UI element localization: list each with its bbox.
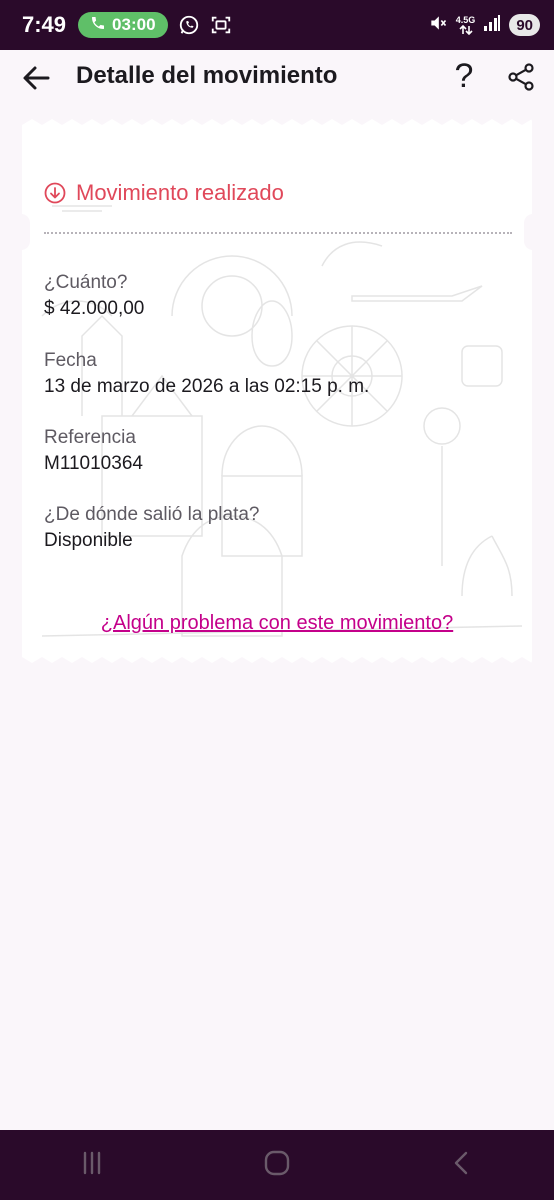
home-button[interactable]	[262, 1148, 292, 1183]
source-value: Disponible	[44, 530, 133, 551]
back-arrow-icon	[23, 66, 50, 90]
mute-icon	[428, 13, 448, 38]
receipt-notch-left	[12, 214, 30, 250]
phone-icon	[90, 15, 106, 36]
reference-value: M11010364	[44, 453, 143, 474]
amount-label: ¿Cuánto?	[44, 272, 128, 293]
reference-label: Referencia	[44, 427, 136, 448]
help-button[interactable]: ?	[447, 56, 481, 96]
back-button[interactable]	[18, 60, 54, 96]
amount-field: ¿Cuánto? $ 42.000,00	[44, 272, 144, 320]
status-time: 7:49	[22, 12, 67, 37]
source-label: ¿De dónde salió la plata?	[44, 504, 260, 525]
receipt-notch-right	[524, 214, 542, 250]
receipt-zigzag-bottom	[22, 657, 532, 667]
recent-apps-button[interactable]	[77, 1148, 107, 1183]
home-icon	[264, 1150, 290, 1175]
reference-field: Referencia M11010364	[44, 427, 143, 475]
share-button[interactable]	[504, 60, 538, 94]
receipt-card: Movimiento realizado ¿Cuánto? $ 42.000,0…	[12, 115, 542, 667]
movement-status: Movimiento realizado	[44, 180, 284, 206]
movement-status-text: Movimiento realizado	[76, 180, 284, 205]
signal-icon	[483, 14, 501, 37]
amount-value: $ 42.000,00	[44, 298, 145, 319]
help-icon: ?	[454, 57, 474, 95]
back-icon	[454, 1151, 467, 1174]
date-label: Fecha	[44, 350, 97, 371]
network-arrows-icon: 4.5G	[455, 14, 476, 35]
page-title: Detalle del movimiento	[76, 62, 338, 89]
battery-indicator: 90	[509, 14, 540, 36]
share-icon	[508, 63, 534, 91]
receipt-zigzag-top	[22, 115, 532, 125]
date-value: 13 de marzo de 2026 a las 02:15 p. m.	[44, 376, 370, 397]
call-duration: 03:00	[112, 15, 156, 34]
status-bar: 7:49 03:00 4.5G 90	[0, 0, 554, 50]
arrow-down-circle-icon	[44, 182, 66, 204]
ongoing-call-pill[interactable]: 03:00	[78, 12, 168, 38]
receipt-divider	[44, 232, 512, 234]
app-header: Detalle del movimiento ?	[0, 50, 554, 104]
system-back-button[interactable]	[447, 1148, 477, 1183]
system-nav-bar	[0, 1130, 554, 1200]
recent-apps-icon	[84, 1151, 101, 1174]
screen-record-icon	[210, 14, 232, 36]
date-field: Fecha 13 de marzo de 2026 a las 02:15 p.…	[44, 350, 369, 398]
source-field: ¿De dónde salió la plata? Disponible	[44, 504, 259, 552]
report-problem-link[interactable]: ¿Algún problema con este movimiento?	[22, 612, 532, 635]
network-label: 4.5G	[455, 14, 476, 25]
whatsapp-icon	[178, 14, 200, 36]
